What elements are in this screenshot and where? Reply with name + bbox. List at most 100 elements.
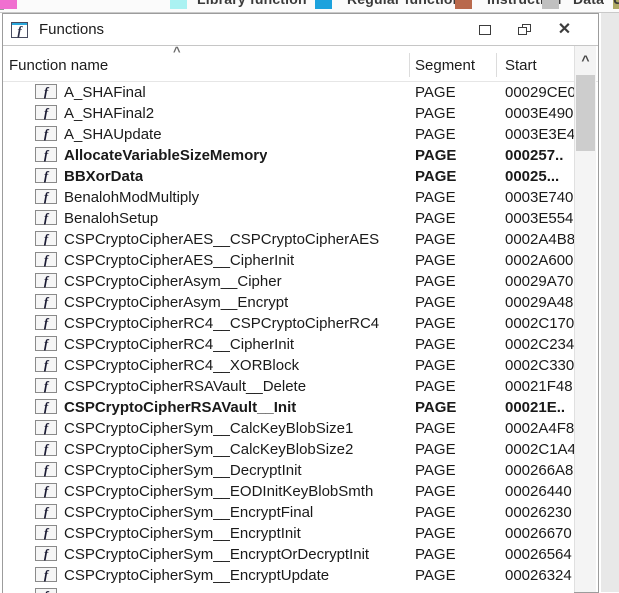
function-row[interactable]: f CSPCryptoCipherSym__EODInitKeyBlobSmth… [3,481,574,502]
function-row[interactable]: f BBXorData PAGE 00025... [3,166,574,187]
legend-color-swatch [542,0,559,9]
function-f-icon: f [35,125,57,144]
function-f-icon: f [35,167,57,186]
function-row[interactable]: f CSPCryptoCipherRC4__CSPCryptoCipherRC4… [3,313,574,334]
function-row[interactable]: f CSPCryptoCipherSym__EncryptUpdate PAGE… [3,565,574,586]
function-start: 0002A600 [505,252,574,269]
function-row[interactable]: f AllocateVariableSizeMemory PAGE 000257… [3,145,574,166]
function-row[interactable]: f CSPCryptoCipherAES__CipherInit PAGE 00… [3,250,574,271]
function-start: 0002C170 [505,315,574,332]
function-f-icon: f [35,587,57,593]
function-row[interactable]: f CSPCryptoCipherSym__EncryptInit PAGE 0… [3,523,574,544]
function-row[interactable]: f CSPCryptoCipherRC4__XORBlock PAGE 0002… [3,355,574,376]
function-start: 00026230 [505,504,574,521]
function-start: 00026440 [505,483,574,500]
function-row[interactable]: f CSPCryptoCipherRSAVault__Init PAGE 000… [3,397,574,418]
function-segment: PAGE [415,420,456,437]
scroll-up-button[interactable]: ^ [575,46,596,73]
function-row[interactable]: f CSPCryptoCipherAsym__Encrypt PAGE 0002… [3,292,574,313]
function-row[interactable]: f A_SHAUpdate PAGE 0003E3E4 [3,124,574,145]
close-button[interactable]: ✕ [550,18,579,42]
function-row[interactable]: f CSPCryptoCipherRSAVault__Delete PAGE 0… [3,376,574,397]
column-header-start[interactable]: Start [505,57,537,74]
function-start: 000257.. [505,147,574,164]
function-name: CSPCryptoCipherSym__EncryptInit [64,525,301,542]
function-f-icon: f [35,566,57,585]
function-name: CSPCryptoCipherRSAVault__Init [64,399,296,416]
function-segment: PAGE [415,189,456,206]
function-name: CSPCryptoCipherAsym__Cipher [64,273,282,290]
legend-color-swatch [0,0,17,9]
function-row[interactable]: f CSPCryptoCipherRC4__CipherInit PAGE 00… [3,334,574,355]
function-name: CSPCryptoCipherRC4__CipherInit [64,336,294,353]
column-separator [496,53,497,77]
legend-color-swatch [170,0,187,9]
function-f-icon: f [35,377,57,396]
function-start: 000266A8 [505,462,574,479]
function-start: 0002A4F8 [505,420,574,437]
function-start: 00026670 [505,525,574,542]
function-start: 00029CE0 [505,84,574,101]
function-row[interactable]: f BenalohSetup PAGE 0003E554 [3,208,574,229]
maximize-button[interactable] [470,18,499,42]
function-segment: PAGE [415,567,456,584]
function-row[interactable]: f CSPCryptoCipherAES__CSPCryptoCipherAES… [3,229,574,250]
legend-item-label: Unexplored [613,0,619,7]
function-name: CSPCryptoCipherSym__CalcKeyBlobSize2 [64,441,353,458]
function-name: CSPCryptoCipherAES__CSPCryptoCipherAES [64,231,379,248]
function-f-icon: f [35,503,57,522]
function-name: A_SHAUpdate [64,126,162,143]
function-row[interactable]: f CSPCryptoCipherSym__EncryptFinal PAGE … [3,502,574,523]
function-f-icon: f [35,314,57,333]
function-row[interactable]: f BenalohModMultiply PAGE 0003E740 [3,187,574,208]
function-segment: PAGE [415,357,456,374]
function-row[interactable]: f CSPCryptoCipherSym__EncryptOrDecryptIn… [3,544,574,565]
function-segment: PAGE [415,147,456,164]
function-segment: PAGE [415,273,456,290]
function-row[interactable]: f A_SHAFinal2 PAGE 0003E490 [3,103,574,124]
function-start: 0002C330 [505,357,574,374]
function-row[interactable]: f A_SHAFinal PAGE 00029CE0 [3,82,574,103]
function-f-icon: f [35,524,57,543]
function-name: CSPCryptoCipherSym__EncryptOrDecryptInit [64,546,369,563]
function-f-icon: f [35,104,57,123]
column-header-function-name[interactable]: Function name [9,57,108,74]
column-header-segment[interactable]: Segment [415,57,475,74]
function-segment: PAGE [415,399,456,416]
function-name: BBXorData [64,168,143,185]
function-list: f A_SHAFinal PAGE 00029CE0 f A_SHAFinal2… [3,82,574,593]
legend-item-label: Library function [197,0,307,7]
function-start: 0002C234 [505,336,574,353]
function-segment: PAGE [415,483,456,500]
function-f-icon: f [35,293,57,312]
function-f-icon: f [35,83,57,102]
function-name: CSPCryptoCipherSym__EncryptUpdate [64,567,329,584]
maximize-icon [479,25,491,35]
window-titlebar[interactable]: f Functions ✕ [3,14,598,46]
function-f-icon: f [35,419,57,438]
function-segment: PAGE [415,462,456,479]
function-segment: PAGE [415,210,456,227]
functions-window: f Functions ✕ ^ Function name Segment St… [2,13,599,593]
legend-item-label: Data [573,0,604,7]
function-name: AllocateVariableSizeMemory [64,147,267,164]
function-row[interactable]: f CSPCryptoCipherAsym__Cipher PAGE 00029… [3,271,574,292]
legend-item-label: Regular function [347,0,461,7]
scrollbar-thumb[interactable] [576,75,595,151]
restore-button[interactable] [510,18,539,42]
function-name: CSPCryptoCipherSym__EncryptFinal [64,504,313,521]
legend-color-swatch [455,0,472,9]
vertical-scrollbar[interactable]: ^ [574,46,596,592]
function-row[interactable]: f CSPCryptoCipherSym__CalcKeyBlobSize2 P… [3,439,574,460]
function-name: CSPCryptoCipherSym__DecryptInit [64,462,302,479]
function-name: CSPCryptoCipherAsym__Encrypt [64,294,288,311]
function-row[interactable]: f CSPCryptoCipherSym__DecryptInit PAGE 0… [3,460,574,481]
function-f-icon: f [35,272,57,291]
legend-color-swatch [315,0,332,9]
function-segment: PAGE [415,168,456,185]
function-f-icon: f [11,22,28,38]
function-start: 0002C1A4 [505,441,574,458]
function-name: CSPCryptoCipherRC4__CSPCryptoCipherRC4 [64,315,379,332]
function-row[interactable]: f CSPCryptoCipherSym__CalcKeyBlobSize1 P… [3,418,574,439]
function-f-icon: f [35,335,57,354]
